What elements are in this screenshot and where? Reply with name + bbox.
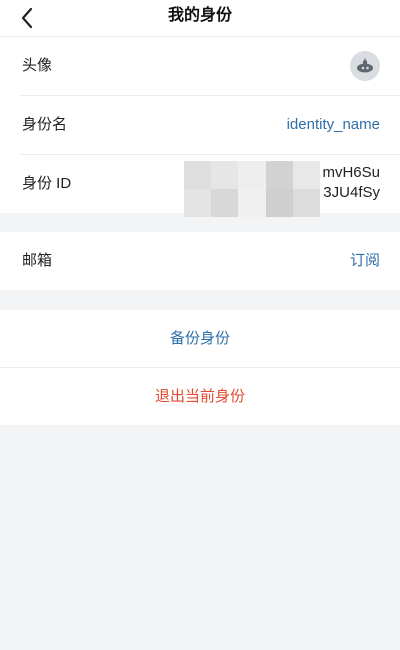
mail-label: 邮箱 [22, 252, 53, 269]
avatar-row[interactable]: 头像 [20, 37, 400, 96]
mail-section: 邮箱 订阅 [0, 232, 400, 290]
logout-identity-button[interactable]: 退出当前身份 [0, 368, 400, 425]
subscribe-link[interactable]: 订阅 [350, 232, 380, 290]
identity-name-value[interactable]: identity_name [287, 96, 380, 154]
mail-row[interactable]: 邮箱 订阅 [20, 232, 400, 290]
submarine-icon [357, 58, 373, 73]
identity-id-line-1: mvH6Su [322, 164, 380, 181]
identity-id-line-2: 3JU4fSy [323, 184, 380, 201]
avatar[interactable] [350, 51, 380, 81]
profile-section: 头像 身份名 identity_name 身份 ID mvH6Su 3JU4fS… [0, 37, 400, 217]
action-section: 备份身份 退出当前身份 [0, 310, 400, 425]
avatar-label: 头像 [22, 57, 53, 74]
navigation-bar: 我的身份 [0, 0, 400, 37]
page-title: 我的身份 [167, 7, 232, 24]
identity-id-label: 身份 ID [22, 175, 72, 192]
identity-id-value[interactable]: mvH6Su 3JU4fSy [184, 161, 380, 217]
identity-id-row[interactable]: 身份 ID mvH6Su 3JU4fSy [20, 155, 400, 217]
backup-identity-button[interactable]: 备份身份 [0, 310, 400, 368]
identity-name-row[interactable]: 身份名 identity_name [20, 96, 400, 155]
identity-name-label: 身份名 [22, 116, 68, 133]
redaction-mosaic [184, 161, 320, 217]
